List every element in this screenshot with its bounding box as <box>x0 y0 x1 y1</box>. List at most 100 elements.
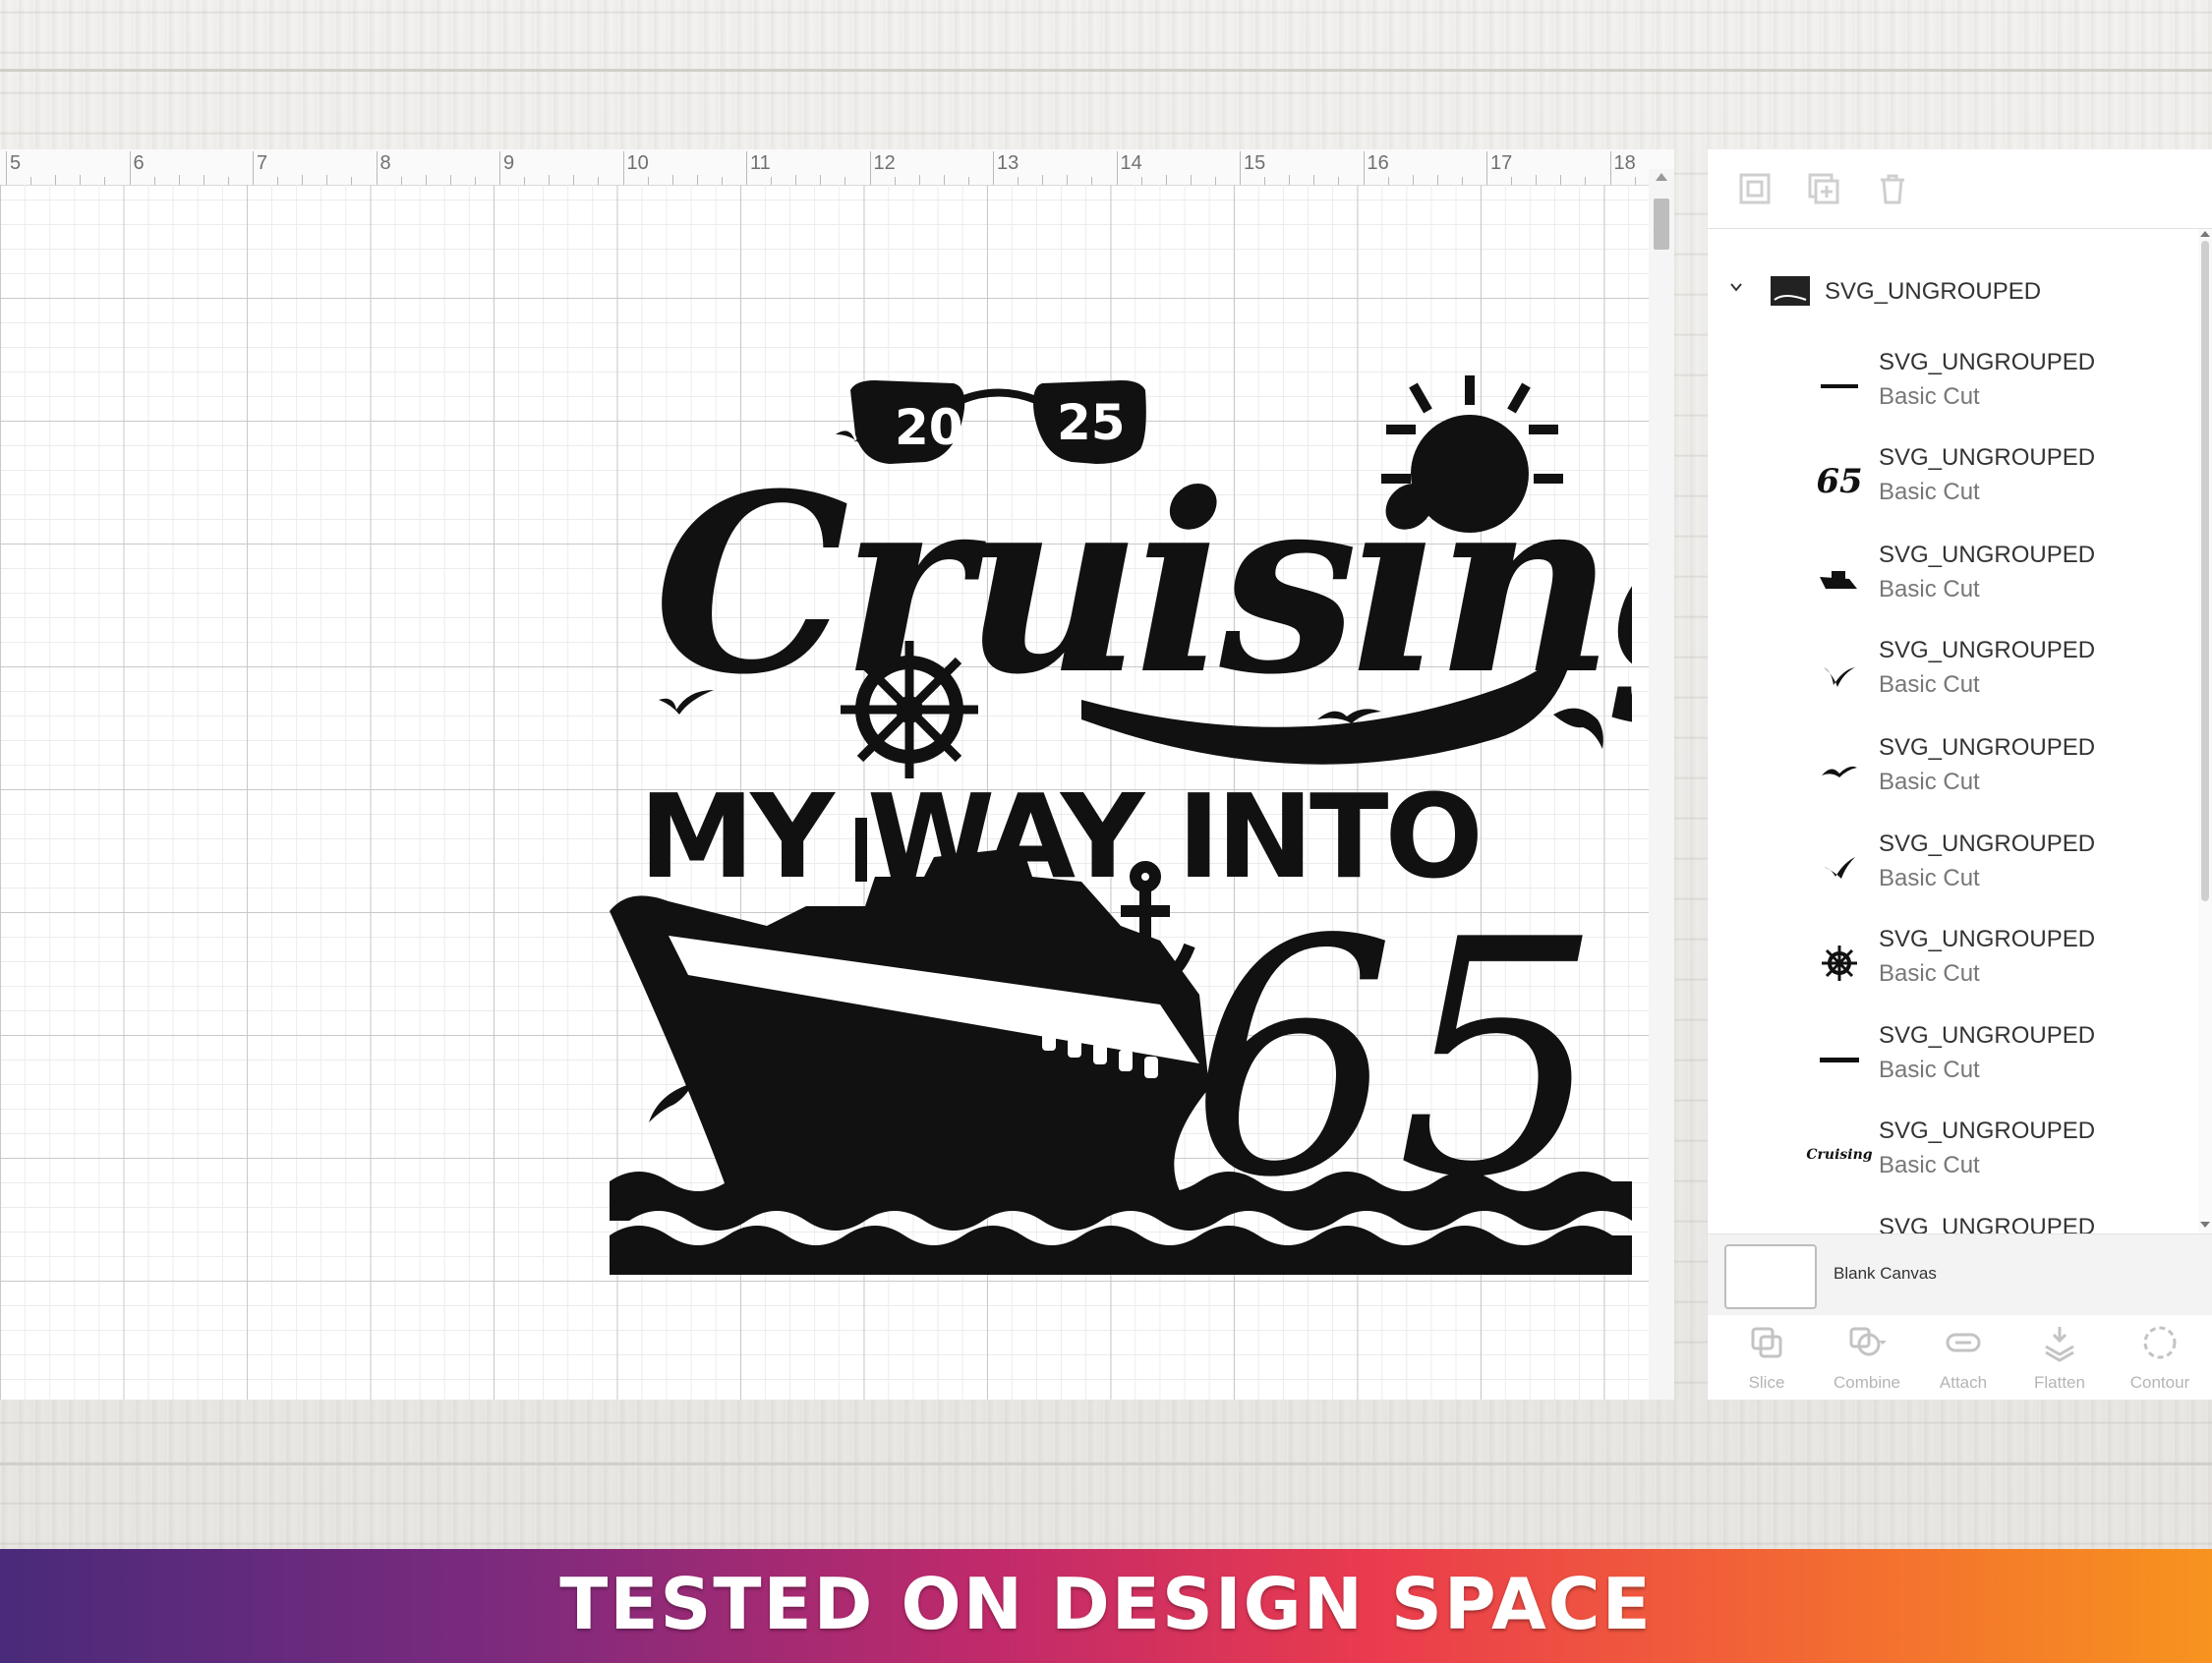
layer-name: SVG_UNGROUPED <box>1879 637 2096 663</box>
layers-toolbar <box>1708 149 2212 229</box>
ruler-minor-tick <box>1091 177 1093 185</box>
ruler-minor-tick <box>549 175 551 185</box>
ruler-minor-tick <box>524 177 526 185</box>
layer-item[interactable]: SVG_UNGROUPED Basic Cut <box>1708 722 2198 819</box>
ruler-minor-tick <box>1585 177 1587 185</box>
blank-canvas-swatch[interactable] <box>1724 1244 1817 1309</box>
combine-icon <box>1849 1327 1887 1356</box>
cruising-design-artwork[interactable]: 20 25 Cruising <box>610 375 1632 1280</box>
layer-operation: Basic Cut <box>1879 769 1980 795</box>
layer-item[interactable]: SVG_UNGROUPED Basic Cut <box>1708 819 2198 915</box>
ruler-minor-tick <box>1190 175 1192 185</box>
bird-icon <box>1816 651 1863 698</box>
attach-button[interactable]: Attach <box>1919 1323 2008 1393</box>
ruler-minor-tick <box>1436 175 1438 185</box>
scrollbar-thumb[interactable] <box>1654 199 1669 250</box>
cruising-title: Cruising <box>654 439 1632 728</box>
layer-operation: Basic Cut <box>1879 1057 1980 1083</box>
ruler-minor-tick <box>671 175 673 185</box>
combine-label: Combine <box>1833 1373 1901 1392</box>
ruler-minor-tick <box>943 175 945 185</box>
cruising-icon: Cruising <box>1806 1131 1872 1178</box>
ruler-minor-tick <box>178 175 180 185</box>
thumb-65-text: 65 <box>1816 462 1863 501</box>
slice-button[interactable]: Slice <box>1722 1323 1811 1393</box>
layer-item[interactable]: SVG_UNGROUPED Basic Cut <box>1708 337 2198 433</box>
ruler-tick <box>499 151 500 185</box>
layers-scrollbar[interactable] <box>2198 229 2212 1233</box>
flatten-icon <box>2045 1327 2074 1362</box>
chevron-down-icon[interactable] <box>1729 280 1743 294</box>
ruler-minor-tick <box>449 175 451 185</box>
ruler-minor-tick <box>277 177 279 185</box>
layer-item[interactable]: SVG_UNGROUPED Basic Cut <box>1708 1010 2198 1107</box>
ruler-tick <box>622 151 624 185</box>
ruler-minor-tick <box>326 175 328 185</box>
ruler-minor-tick <box>153 177 155 185</box>
layer-group-row[interactable]: SVG_UNGROUPED <box>1708 258 2198 317</box>
layer-item[interactable]: SVG_UNGROUPED Basic Cut <box>1708 625 2198 721</box>
layer-item[interactable]: SVG_UNGROUPED Basic Cut <box>1708 530 2198 626</box>
slice-icon <box>1751 1327 1782 1358</box>
bird-icon <box>1816 844 1863 891</box>
layer-name: SVG_UNGROUPED <box>1879 734 2096 761</box>
flatten-label: Flatten <box>2034 1373 2085 1392</box>
ruler-label: 10 <box>626 152 649 174</box>
ruler-minor-tick <box>1387 177 1389 185</box>
scroll-up-icon[interactable] <box>2200 231 2210 237</box>
ruler-label: 14 <box>1120 152 1142 174</box>
ruler-tick <box>746 151 747 185</box>
layer-operation: Basic Cut <box>1879 865 1980 891</box>
layers-list[interactable]: SVG_UNGROUPED SVG_UNGROUPED Basic Cut 65… <box>1708 229 2198 1233</box>
ruler-minor-tick <box>80 175 82 185</box>
layer-item[interactable]: SVG_UNGROUPED Basic Cut <box>1708 914 2198 1010</box>
scroll-down-icon[interactable] <box>2200 1222 2210 1228</box>
design-canvas[interactable]: 5 6 7 8 9 10 11 12 13 14 15 16 17 18 20 25 <box>0 149 1674 1400</box>
ruler-minor-tick <box>1165 175 1167 185</box>
ruler-label: 9 <box>503 152 515 174</box>
contour-button[interactable]: Contour <box>2116 1323 2204 1393</box>
ruler-minor-tick <box>967 177 969 185</box>
scroll-up-icon[interactable] <box>1656 173 1667 181</box>
layer-item[interactable]: 65 SVG_UNGROUPED Basic Cut <box>1708 432 2198 529</box>
ruler-label: 12 <box>873 152 896 174</box>
layer-item[interactable]: Cruising SVG_UNGROUPED Basic Cut <box>1708 1106 2198 1202</box>
ruler-tick <box>993 151 994 185</box>
ruler-minor-tick <box>1067 175 1069 185</box>
ruler-minor-tick <box>474 177 476 185</box>
ruler-minor-tick <box>351 177 353 185</box>
combine-button[interactable]: Combine <box>1823 1323 1911 1393</box>
group-name: SVG_UNGROUPED <box>1825 278 2042 305</box>
ruler-label: 7 <box>257 152 268 174</box>
ruler-tick <box>1363 151 1365 185</box>
ruler-tick <box>869 151 871 185</box>
layer-operation: Basic Cut <box>1879 671 1980 698</box>
contour-icon <box>2143 1326 2177 1359</box>
ruler-minor-tick <box>1289 175 1291 185</box>
flatten-button[interactable]: Flatten <box>2015 1323 2104 1393</box>
ruler-tick <box>253 151 254 185</box>
ruler-tick <box>6 151 7 185</box>
ruler-minor-tick <box>1338 177 1340 185</box>
trash-icon[interactable] <box>1875 171 1910 206</box>
scrollbar-thumb[interactable] <box>2201 241 2209 901</box>
blank-canvas-row[interactable]: Blank Canvas <box>1708 1233 2212 1315</box>
layer-item[interactable]: SVG_UNGROUPED <box>1708 1202 2198 1233</box>
canvas-vertical-scrollbar[interactable] <box>1649 169 1674 1400</box>
ruler-label: 8 <box>379 152 391 174</box>
layer-name: SVG_UNGROUPED <box>1879 542 2096 568</box>
attach-icon <box>1946 1333 1981 1352</box>
ruler-minor-tick <box>1634 177 1636 185</box>
ruler-minor-tick <box>1536 175 1538 185</box>
ruler-minor-tick <box>30 177 32 185</box>
layer-operation: Basic Cut <box>1879 383 1980 410</box>
group-icon[interactable] <box>1737 171 1773 206</box>
ruler-minor-tick <box>425 175 427 185</box>
ruler-minor-tick <box>647 177 649 185</box>
ruler-minor-tick <box>1412 175 1414 185</box>
ruler-minor-tick <box>721 177 723 185</box>
layers-panel: SVG_UNGROUPED SVG_UNGROUPED Basic Cut 65… <box>1708 149 2212 1400</box>
contour-label: Contour <box>2129 1373 2190 1392</box>
duplicate-icon[interactable] <box>1806 171 1841 206</box>
ruler-minor-tick <box>1018 177 1019 185</box>
